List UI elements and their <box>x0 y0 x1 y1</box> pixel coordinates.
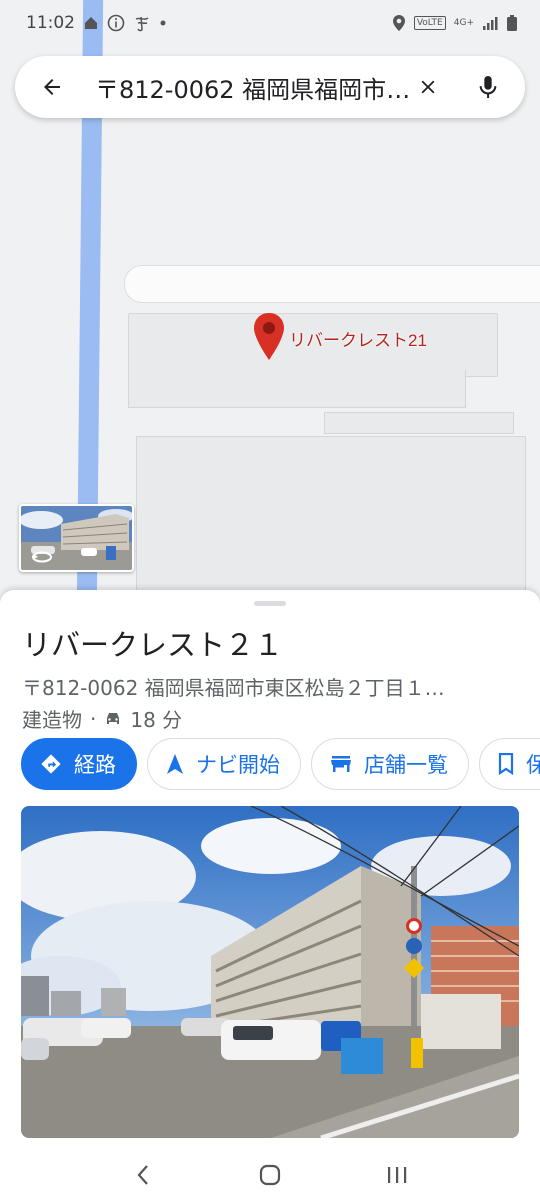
drive-time: 18 分 <box>130 708 183 732</box>
rotate-360-icon <box>32 551 52 563</box>
bookmark-icon <box>498 753 514 775</box>
directions-label: 経路 <box>74 753 116 777</box>
save-label: 保存 <box>526 753 540 777</box>
navigation-arrow-icon <box>167 754 183 774</box>
info-icon <box>107 14 125 32</box>
street-view-photo <box>21 806 519 1138</box>
place-bottom-sheet[interactable]: リバークレスト２１ 〒812-0062 福岡県福岡市東区松島２丁目１… 建造物 … <box>0 590 540 1150</box>
place-address[interactable]: 〒812-0062 福岡県福岡市東区松島２丁目１… <box>22 672 512 701</box>
place-meta: 建造物 · 18 分 <box>22 704 182 733</box>
recents-nav-button[interactable] <box>377 1155 417 1195</box>
search-bar[interactable]: 〒812-0062 福岡県福岡市東区松島２丁目１… <box>15 56 525 118</box>
store-list-button[interactable]: 店舗一覧 <box>311 738 469 790</box>
directions-icon <box>41 754 61 774</box>
drag-handle[interactable] <box>254 601 286 606</box>
map-pin-label[interactable]: リバークレスト21 <box>289 326 427 351</box>
street-view-thumbnail[interactable] <box>19 504 134 572</box>
place-category: 建造物 <box>22 708 82 732</box>
status-bar: 11:02 VoLTE 4G+ <box>0 0 540 46</box>
location-icon <box>392 15 405 31</box>
car-icon <box>107 712 120 724</box>
building-footprint <box>128 370 466 408</box>
home-nav-icon <box>259 1164 281 1186</box>
system-navigation-bar <box>0 1150 540 1200</box>
start-navigation-button[interactable]: ナビ開始 <box>147 738 301 790</box>
start-navigation-label: ナビ開始 <box>196 753 280 777</box>
back-nav-icon <box>137 1165 149 1185</box>
save-button[interactable]: 保存 <box>479 738 540 790</box>
back-button[interactable] <box>35 70 69 104</box>
battery-icon <box>507 15 517 31</box>
road <box>124 265 540 303</box>
arrow-left-icon <box>44 79 60 95</box>
microphone-icon <box>479 76 497 98</box>
map-pin-icon[interactable] <box>252 312 286 362</box>
dot-icon <box>160 20 166 26</box>
store-icon <box>331 756 351 772</box>
signal-icon <box>483 17 498 30</box>
network-4g-icon: 4G+ <box>453 18 474 28</box>
back-nav-button[interactable] <box>123 1155 163 1195</box>
meta-separator: · <box>90 706 97 731</box>
voice-search-button[interactable] <box>471 70 505 104</box>
home-icon <box>85 17 97 29</box>
status-time: 11:02 <box>26 13 75 33</box>
place-photo[interactable] <box>21 806 519 1138</box>
scribble-icon <box>135 16 149 32</box>
building-footprint <box>136 436 526 600</box>
volte-icon: VoLTE <box>413 16 446 30</box>
place-title: リバークレスト２１ <box>22 628 284 662</box>
action-chips: 経路 ナビ開始 店舗一覧 保存 <box>21 738 540 790</box>
search-input[interactable]: 〒812-0062 福岡県福岡市東区松島２丁目１… <box>95 70 411 105</box>
store-list-label: 店舗一覧 <box>364 753 448 777</box>
recents-nav-icon <box>387 1167 406 1183</box>
building-footprint <box>324 412 514 434</box>
home-nav-button[interactable] <box>250 1155 290 1195</box>
clear-button[interactable] <box>411 70 445 104</box>
directions-button[interactable]: 経路 <box>21 738 137 790</box>
close-icon <box>421 80 435 94</box>
